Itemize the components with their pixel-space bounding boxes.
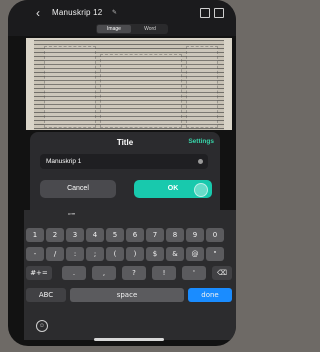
tab-image[interactable]: Image — [97, 25, 131, 33]
text-block — [100, 54, 182, 128]
emoji-icon[interactable]: ☺ — [36, 320, 48, 332]
title-dialog: Title Settings Cancel OK — [30, 132, 220, 210]
key-1[interactable]: 1 — [26, 228, 44, 242]
phone-screen: ‹ Manuskrip 12 ✎ Image Word Title Settin… — [8, 0, 236, 346]
home-indicator[interactable] — [94, 338, 164, 341]
title-field[interactable] — [40, 154, 208, 169]
key-colon[interactable]: : — [66, 247, 84, 261]
space-bar[interactable]: space — [70, 288, 184, 302]
key-open-paren[interactable]: ( — [106, 247, 124, 261]
manuscript-preview — [26, 38, 232, 130]
prediction-bar: “"” — [24, 210, 236, 224]
key-question[interactable]: ? — [122, 266, 146, 280]
text-block — [44, 46, 96, 128]
key-0[interactable]: 0 — [206, 228, 224, 242]
key-comma[interactable]: , — [92, 266, 116, 280]
key-ampersand[interactable]: & — [166, 247, 184, 261]
key-9[interactable]: 9 — [186, 228, 204, 242]
app-header: ‹ Manuskrip 12 ✎ Image Word — [8, 0, 236, 36]
key-apostrophe[interactable]: ' — [182, 266, 206, 280]
rename-icon[interactable]: ✎ — [112, 9, 117, 16]
key-symbols[interactable]: #+= — [26, 266, 52, 280]
key-3[interactable]: 3 — [66, 228, 84, 242]
share-icon[interactable] — [214, 8, 224, 18]
key-period[interactable]: . — [62, 266, 86, 280]
document-title[interactable]: Manuskrip 12 — [52, 8, 102, 17]
key-abc[interactable]: ABC — [26, 288, 66, 302]
key-exclaim[interactable]: ! — [152, 266, 176, 280]
key-4[interactable]: 4 — [86, 228, 104, 242]
tab-word[interactable]: Word — [133, 25, 167, 33]
text-block — [186, 46, 218, 128]
prediction-suggestion[interactable]: “"” — [68, 213, 75, 220]
view-toggle: Image Word — [96, 24, 168, 34]
key-semicolon[interactable]: ; — [86, 247, 104, 261]
key-hyphen[interactable]: - — [26, 247, 44, 261]
ok-button[interactable]: OK — [134, 180, 212, 198]
key-8[interactable]: 8 — [166, 228, 184, 242]
key-quote[interactable]: " — [206, 247, 224, 261]
onscreen-keyboard: “"” 1 2 3 4 5 6 7 8 9 0 - / : ; ( ) $ & … — [24, 210, 236, 340]
ok-knob-icon — [194, 183, 208, 197]
key-7[interactable]: 7 — [146, 228, 164, 242]
done-button[interactable]: done — [188, 288, 232, 302]
clear-icon[interactable] — [198, 159, 203, 164]
key-slash[interactable]: / — [46, 247, 64, 261]
manuscript-page — [34, 40, 224, 130]
key-dollar[interactable]: $ — [146, 247, 164, 261]
ok-label: OK — [167, 185, 179, 192]
title-input[interactable] — [40, 154, 196, 169]
key-at[interactable]: @ — [186, 247, 204, 261]
back-icon[interactable]: ‹ — [36, 7, 40, 19]
key-2[interactable]: 2 — [46, 228, 64, 242]
cancel-button[interactable]: Cancel — [40, 180, 116, 198]
grid-icon[interactable] — [200, 8, 210, 18]
backspace-icon[interactable]: ⌫ — [212, 266, 232, 280]
settings-link[interactable]: Settings — [188, 138, 214, 145]
key-6[interactable]: 6 — [126, 228, 144, 242]
key-close-paren[interactable]: ) — [126, 247, 144, 261]
key-5[interactable]: 5 — [106, 228, 124, 242]
